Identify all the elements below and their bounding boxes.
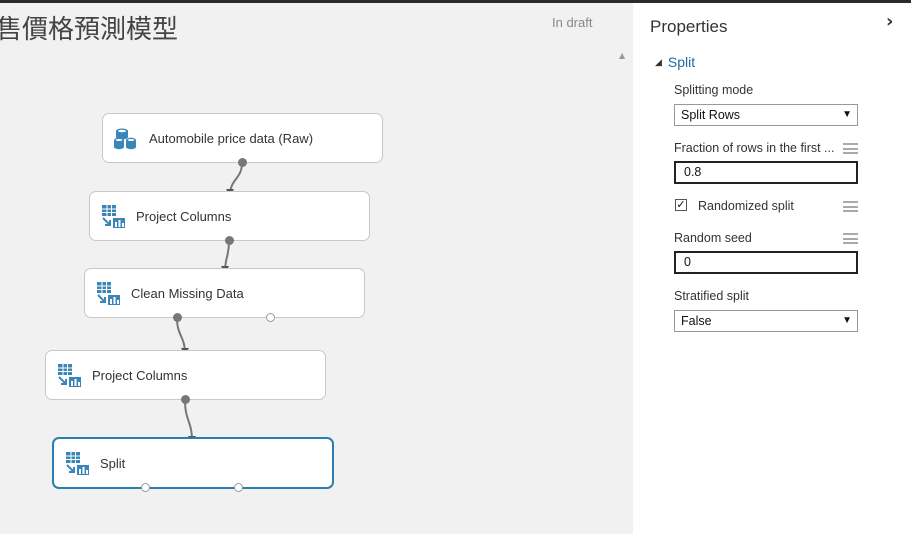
output-port[interactable] <box>141 483 150 492</box>
module-label: Automobile price data (Raw) <box>149 130 314 146</box>
collapse-triangle-icon: ◢ <box>655 56 662 67</box>
module-automobile-price-data[interactable]: Automobile price data (Raw) <box>102 113 383 167</box>
output-port[interactable] <box>181 395 190 404</box>
randomized-split-label: Randomized split <box>698 199 794 213</box>
stratified-split-label: Stratified split <box>674 289 750 303</box>
output-port[interactable] <box>266 313 275 322</box>
module-label: Clean Missing Data <box>131 285 244 301</box>
output-port[interactable] <box>234 483 243 492</box>
dropdown-arrow-icon: ▼ <box>842 315 852 326</box>
stratified-split-select[interactable]: False ▼ <box>674 310 858 332</box>
output-port[interactable] <box>173 313 182 322</box>
module-icon <box>55 361 83 389</box>
drag-handle-icon[interactable] <box>843 233 858 244</box>
module-label: Split <box>100 455 126 471</box>
properties-panel: Properties › ◢ Split Splitting mode Spli… <box>633 3 911 534</box>
module-icon <box>63 449 91 477</box>
drag-handle-icon[interactable] <box>843 143 858 154</box>
random-seed-input[interactable]: 0 <box>674 251 858 274</box>
properties-title: Properties <box>650 17 728 36</box>
fraction-label: Fraction of rows in the first ... <box>674 141 835 155</box>
module-project-columns[interactable]: Project Columns <box>89 191 370 245</box>
chevron-right-icon[interactable]: › <box>886 11 893 32</box>
module-split[interactable]: Split <box>52 437 334 492</box>
section-header-split[interactable]: ◢ Split <box>655 54 695 70</box>
stratified-split-value: False <box>681 314 712 328</box>
module-icon <box>94 279 122 307</box>
module-clean-missing-data[interactable]: Clean Missing Data <box>84 268 365 322</box>
wire-project2-split <box>184 399 193 442</box>
splitting-mode-select[interactable]: Split Rows ▼ <box>674 104 858 126</box>
module-label: Project Columns <box>92 367 188 383</box>
fraction-input[interactable]: 0.8 <box>674 161 858 184</box>
output-port[interactable] <box>225 236 234 245</box>
randomized-split-checkbox[interactable]: ✓ <box>675 199 687 211</box>
drag-handle-icon[interactable] <box>843 201 858 212</box>
database-icon <box>112 124 140 152</box>
module-project-columns-2[interactable]: Project Columns <box>45 350 326 404</box>
random-seed-label: Random seed <box>674 231 752 245</box>
splitting-mode-value: Split Rows <box>681 108 741 122</box>
module-icon <box>99 202 127 230</box>
section-title: Split <box>667 54 696 70</box>
output-port[interactable] <box>238 158 247 167</box>
experiment-canvas[interactable]: 售價格預測模型 In draft ▲ Automobile price data… <box>0 3 633 534</box>
module-label: Project Columns <box>136 208 232 224</box>
dropdown-arrow-icon: ▼ <box>842 109 852 120</box>
splitting-mode-label: Splitting mode <box>674 83 754 97</box>
